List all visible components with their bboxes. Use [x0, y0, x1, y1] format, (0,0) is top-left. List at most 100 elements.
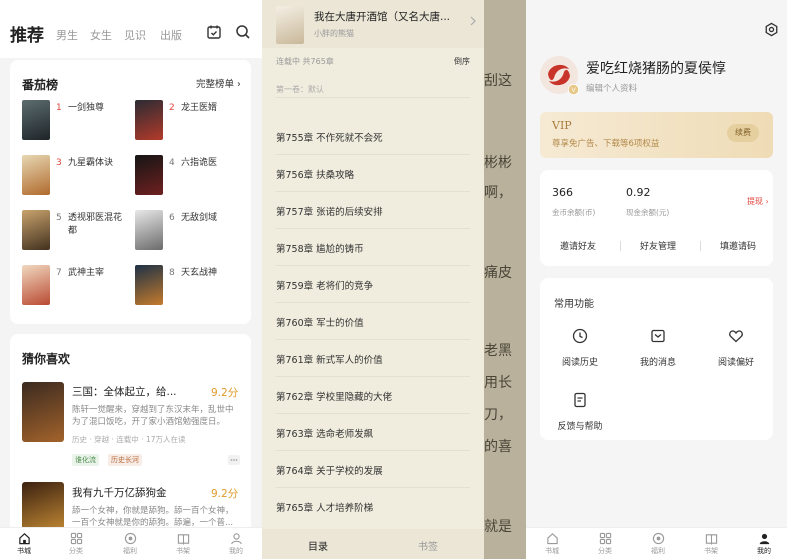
book-cover[interactable]: [135, 100, 163, 140]
calendar-check-icon[interactable]: [206, 24, 222, 40]
rank-number: 3: [56, 158, 62, 168]
catalog-tab-bar: 目录 书签: [262, 529, 484, 559]
tab-female[interactable]: 女生: [90, 27, 112, 43]
nav-label: 书架: [176, 547, 190, 555]
nav-label: 福利: [123, 547, 137, 555]
reader-text-fragment: 刀，: [484, 407, 512, 423]
bookstore-screen: 推荐 男生 女生 见识 出版 番茄榜 完整榜单 › 1 一剑独尊 2 龙王医婿 …: [0, 0, 262, 559]
book-cover[interactable]: [135, 155, 163, 195]
nav-mine[interactable]: 我的: [218, 532, 254, 556]
chapter-row[interactable]: 第761章 新式军人的价值: [276, 340, 470, 377]
tab-male[interactable]: 男生: [56, 27, 78, 43]
chapter-row[interactable]: 第759章 老将们的竞争: [276, 266, 470, 303]
nav-category[interactable]: 分类: [587, 532, 623, 556]
chapter-row[interactable]: 第762章 学校里隐藏的大佬: [276, 377, 470, 414]
book-cover[interactable]: [22, 100, 50, 140]
tab-recommend[interactable]: 推荐: [10, 21, 44, 46]
rank-book-name[interactable]: 龙王医婿: [181, 102, 217, 115]
rank-book-name[interactable]: 九星霸体诀: [68, 157, 113, 170]
nav-bookshelf[interactable]: 书架: [693, 532, 729, 556]
reading-preference-button[interactable]: 阅读偏好: [706, 328, 766, 369]
more-dots-icon[interactable]: [228, 455, 240, 465]
vip-title: VIP: [552, 119, 572, 132]
divider: [620, 241, 621, 251]
book-cover[interactable]: [22, 265, 50, 305]
rank-book-name[interactable]: 天玄战神: [181, 267, 217, 280]
catalog-book-title[interactable]: 我在大唐开酒馆（又名大唐...: [314, 9, 450, 24]
nav-welfare[interactable]: 福利: [112, 532, 148, 556]
book-cover[interactable]: [22, 155, 50, 195]
chapter-row[interactable]: 第763章 选命老师发飙: [276, 414, 470, 451]
rank-number: 6: [169, 213, 175, 223]
divider: [700, 241, 701, 251]
book-tag[interactable]: 谁化流: [72, 454, 99, 466]
chapter-row[interactable]: 第765章 人才培养阶梯: [276, 488, 470, 525]
coins-value[interactable]: 366: [552, 186, 573, 199]
common-functions-card: 常用功能 阅读历史 我的消息 阅读偏好 反馈与帮助: [540, 278, 773, 440]
coins-label: 金币余额(币): [552, 208, 596, 217]
vip-banner[interactable]: VIP 尊享免广告、下载等6项权益 续费: [540, 112, 773, 158]
book-cover[interactable]: [135, 210, 163, 250]
nav-category[interactable]: 分类: [58, 532, 94, 556]
rank-book-name[interactable]: 武神主宰: [68, 267, 104, 280]
ranking-more-link[interactable]: 完整榜单 ›: [196, 76, 241, 90]
tab-knowledge[interactable]: 见识: [124, 27, 146, 43]
tab-publish[interactable]: 出版: [160, 27, 182, 43]
function-label: 我的消息: [639, 358, 676, 368]
book-cover[interactable]: [22, 210, 50, 250]
vip-renew-button[interactable]: 续费: [727, 124, 759, 142]
book-icon: [177, 534, 189, 545]
rank-book-name[interactable]: 无敌剑域: [181, 212, 217, 225]
reading-history-button[interactable]: 阅读历史: [550, 328, 610, 369]
book-cover[interactable]: [135, 265, 163, 305]
settings-icon[interactable]: [764, 22, 779, 37]
friend-management-button[interactable]: 好友管理: [640, 239, 676, 252]
nav-mine[interactable]: 我的: [746, 532, 782, 556]
chapter-row[interactable]: 第764章 关于学校的发展: [276, 451, 470, 488]
invite-friends-button[interactable]: 邀请好友: [560, 239, 596, 252]
search-icon[interactable]: [235, 24, 251, 40]
tab-bookmarks[interactable]: 书签: [418, 538, 438, 553]
book-description: 陈轩一觉醒来，穿越到了东汉末年，乱世中: [72, 405, 234, 415]
reader-text-fragment: 就是: [484, 519, 512, 535]
book-title[interactable]: 我有九千万亿舔狗金: [72, 485, 167, 500]
chapter-title: 第759章 老将们的竞争: [276, 281, 374, 292]
edit-profile-link[interactable]: 编辑个人资料: [586, 82, 637, 94]
nav-bookstore[interactable]: 书城: [6, 532, 42, 556]
chapter-row[interactable]: 第756章 扶桑攻略: [276, 155, 470, 192]
nav-bookshelf[interactable]: 书架: [165, 532, 201, 556]
enter-invite-code-button[interactable]: 填邀请码: [720, 239, 756, 252]
book-cover[interactable]: [276, 6, 304, 44]
book-cover[interactable]: [22, 382, 64, 442]
catalog-book-header[interactable]: 我在大唐开酒馆（又名大唐... 小胖的熊猫: [262, 0, 484, 48]
profile-screen: V 爱吃红烧猪肠的夏侯惇 编辑个人资料 VIP 尊享免广告、下载等6项权益 续费…: [526, 0, 787, 559]
tab-table-of-contents[interactable]: 目录: [308, 538, 328, 553]
my-messages-button[interactable]: 我的消息: [628, 328, 688, 369]
chapter-title: 第758章 尴尬的铸币: [276, 244, 364, 255]
clock-icon: [572, 328, 588, 344]
chapter-row[interactable]: 第760章 军士的价值: [276, 303, 470, 340]
home-icon: [18, 533, 30, 545]
ranking-title: 番茄榜: [22, 78, 59, 92]
feedback-help-button[interactable]: 反馈与帮助: [550, 392, 610, 433]
cash-value[interactable]: 0.92: [626, 186, 651, 199]
book-tag[interactable]: 历史长河: [108, 454, 142, 466]
chapter-row[interactable]: 第758章 尴尬的铸币: [276, 229, 470, 266]
user-icon: [230, 533, 242, 545]
rank-book-name[interactable]: 六指诡医: [181, 157, 217, 170]
withdraw-link[interactable]: 提现 ›: [747, 196, 769, 207]
chapter-row[interactable]: 第755章 不作死就不会死: [276, 118, 470, 155]
nav-bookstore[interactable]: 书城: [534, 532, 570, 556]
book-title[interactable]: 三国：全体起立，给...: [72, 384, 177, 399]
rank-book-name[interactable]: 一剑独尊: [68, 102, 104, 115]
chapter-title: 第756章 扶桑攻略: [276, 170, 355, 181]
nav-label: 我的: [757, 547, 771, 555]
svg-text:V: V: [571, 87, 576, 94]
nav-welfare[interactable]: 福利: [640, 532, 676, 556]
user-name: 爱吃红烧猪肠的夏侯惇: [586, 61, 726, 77]
catalog-sort-button[interactable]: 倒序: [454, 56, 470, 67]
rank-book-name[interactable]: 透视邪医混花都: [68, 212, 128, 238]
book-description: 舔一个女神，你就是舔狗。舔一百个女神，: [72, 506, 234, 516]
chapter-row[interactable]: 第757章 张诺的后续安排: [276, 192, 470, 229]
catalog-book-author: 小胖的熊猫: [314, 29, 354, 38]
